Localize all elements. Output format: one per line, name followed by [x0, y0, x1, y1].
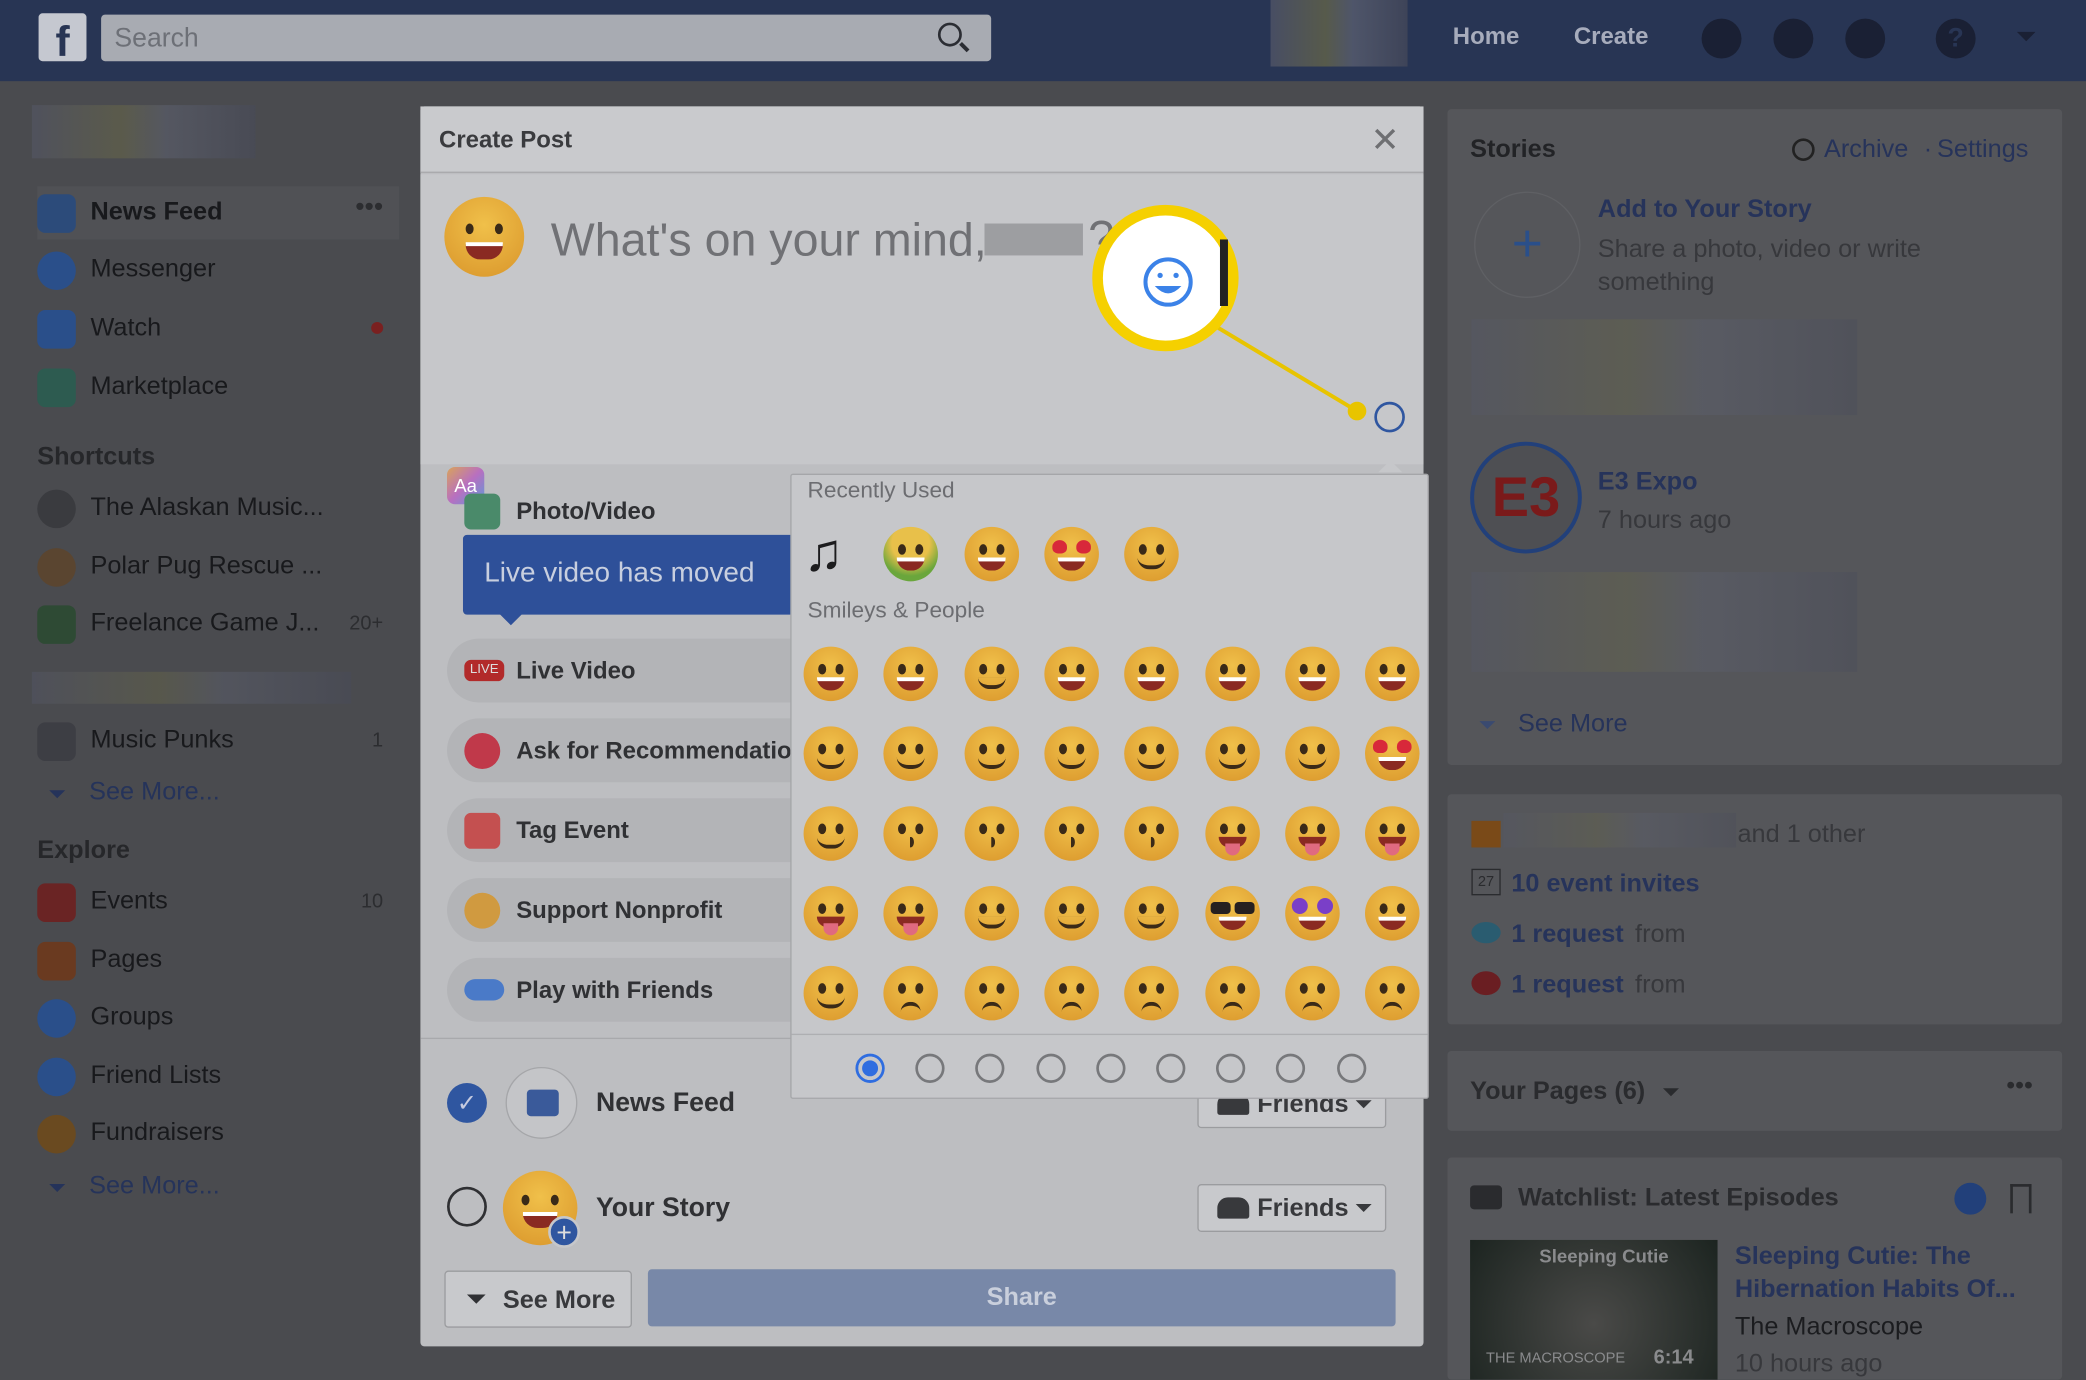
emoji-partying[interactable] — [1365, 886, 1420, 941]
emoji-rolling-on-floor-laughing[interactable] — [1365, 646, 1420, 702]
emoji-grinning[interactable] — [803, 646, 859, 702]
emoji-monocle[interactable] — [1044, 886, 1099, 941]
emoji-kissing-heart[interactable] — [883, 806, 939, 861]
emoji-yum[interactable] — [1204, 806, 1260, 861]
flags-icon[interactable] — [1336, 1053, 1366, 1083]
recently-used-heading: Recently Used — [807, 477, 955, 503]
emoji-slightly-smiling[interactable] — [1044, 726, 1099, 781]
emoji-category-tabs — [791, 1033, 1428, 1098]
emoji-confused[interactable] — [1204, 965, 1260, 1021]
emoji-nerd[interactable] — [1124, 886, 1179, 941]
emoji-smirking[interactable] — [803, 965, 859, 1021]
emoji-slightly-frowning[interactable] — [1284, 965, 1340, 1021]
callout-line — [1202, 317, 1359, 413]
objects-icon[interactable] — [1216, 1053, 1246, 1083]
smileys-heading: Smileys & People — [807, 597, 985, 623]
callout-dot — [1347, 401, 1367, 421]
emoji-grinning-sweat[interactable] — [1204, 646, 1260, 702]
emoji-smiling-eyes[interactable] — [803, 726, 859, 781]
emoji-heart-eyes[interactable] — [1044, 526, 1099, 582]
emoji-kissing[interactable] — [963, 806, 1019, 861]
emoji-grinning-big-eyes[interactable] — [883, 646, 939, 702]
emoji-thinking-face[interactable] — [1124, 526, 1179, 582]
food-icon[interactable] — [1035, 1053, 1066, 1083]
emoji-picker-panel: Recently Used Smileys & People ♫ — [790, 473, 1429, 1099]
emoji-blush[interactable] — [883, 726, 939, 781]
panel-pointer — [1378, 460, 1403, 473]
emoji-zany[interactable] — [883, 886, 939, 941]
emoji-grinning-smiling-eyes[interactable] — [963, 646, 1019, 702]
emoji-winking[interactable] — [1204, 726, 1260, 781]
emoji-kissing-closed-eyes[interactable] — [1124, 806, 1179, 861]
emoji-squinting-tongue[interactable] — [1365, 806, 1420, 861]
emoji-star-struck[interactable] — [1284, 886, 1340, 941]
animals-icon[interactable] — [975, 1053, 1005, 1083]
emoji-heart-eyes[interactable] — [1365, 726, 1420, 781]
smileys-icon[interactable] — [915, 1053, 945, 1083]
travel-icon[interactable] — [1156, 1053, 1186, 1083]
emoji-rolling-on-floor-laughing[interactable] — [963, 526, 1019, 582]
emoji-tongue[interactable] — [1284, 806, 1340, 861]
emoji-nauseated-face[interactable] — [883, 526, 939, 582]
activity-icon[interactable] — [1095, 1053, 1126, 1083]
emoji-picker-button[interactable] — [1374, 401, 1405, 433]
emoji-musical-notes[interactable]: ♫ — [804, 526, 844, 582]
emoji-raised-eyebrow[interactable] — [963, 886, 1019, 941]
emoji-sunglasses[interactable] — [1204, 886, 1260, 941]
emoji-unamused[interactable] — [883, 965, 939, 1021]
symbols-icon[interactable] — [1276, 1053, 1306, 1083]
emoji-frowning[interactable] — [1365, 965, 1420, 1021]
emoji-worried[interactable] — [1124, 965, 1179, 1021]
emoji-tears-of-joy[interactable] — [1284, 646, 1340, 702]
emoji-disappointed[interactable] — [963, 965, 1019, 1021]
emoji-beaming[interactable] — [1044, 646, 1099, 702]
emoji-pensive[interactable] — [1044, 965, 1099, 1021]
emoji-kissing-smiling-eyes[interactable] — [1044, 806, 1099, 861]
emoji-halo[interactable] — [963, 726, 1019, 781]
emoji-smiling-hearts[interactable] — [803, 806, 859, 861]
emoji-grinning-squinting[interactable] — [1124, 646, 1179, 702]
emoji-winking-tongue[interactable] — [803, 886, 859, 941]
emoji-upside-down[interactable] — [1124, 726, 1179, 781]
emoji-relieved[interactable] — [1284, 726, 1340, 781]
recent-icon[interactable] — [855, 1053, 885, 1083]
magnified-emoji-button — [1092, 204, 1239, 352]
